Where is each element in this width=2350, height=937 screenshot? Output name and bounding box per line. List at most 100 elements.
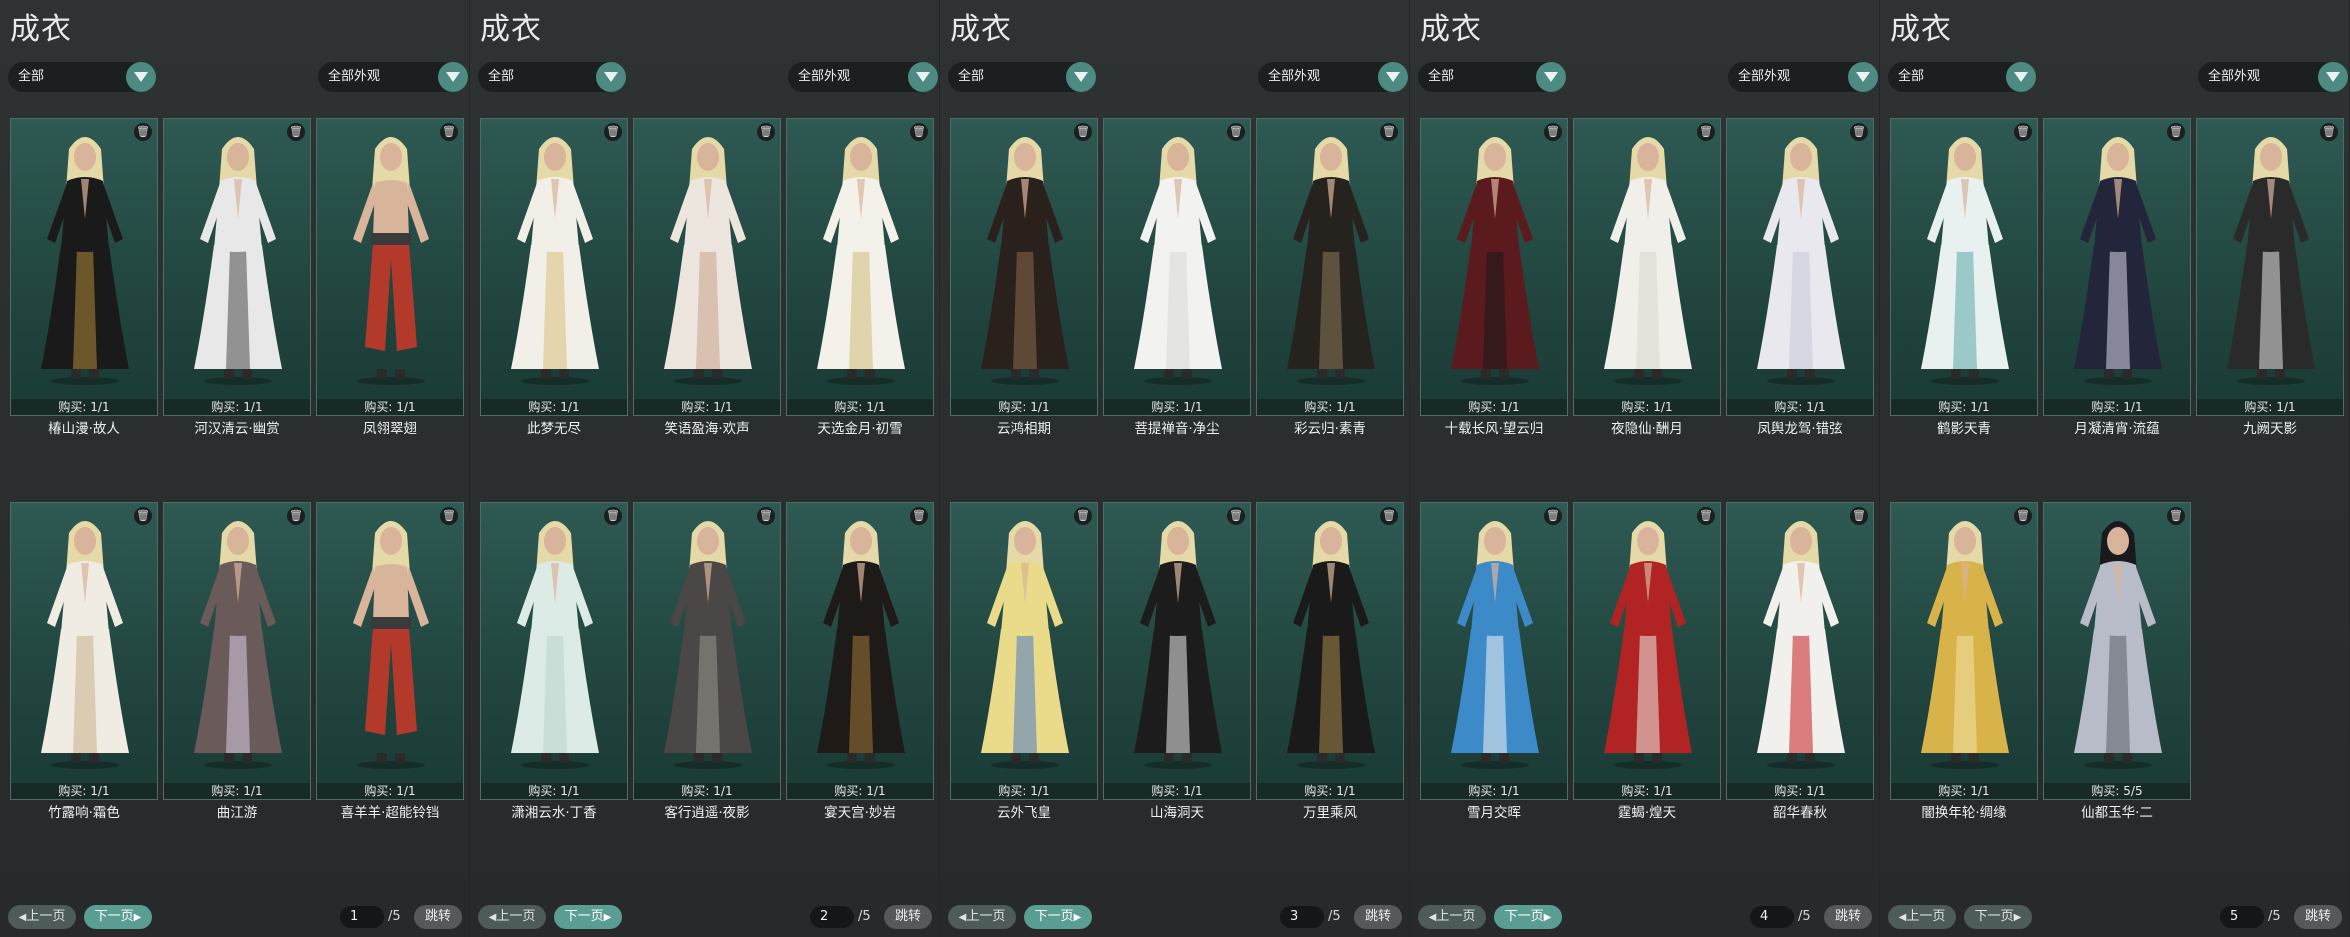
trash-icon[interactable]: 🗑: [1074, 123, 1092, 141]
trash-icon[interactable]: 🗑: [910, 507, 928, 525]
trash-icon[interactable]: 🗑: [604, 123, 622, 141]
outfit-card[interactable]: 🗑 购买: 1/1: [950, 502, 1098, 800]
trash-icon[interactable]: 🗑: [440, 123, 458, 141]
outfit-card[interactable]: 🗑 购买: 1/1: [1103, 502, 1251, 800]
trash-icon[interactable]: 🗑: [910, 123, 928, 141]
appearance-dropdown[interactable]: 全部外观: [788, 62, 938, 92]
outfit-card[interactable]: 🗑 购买: 1/1: [950, 118, 1098, 416]
next-page-button[interactable]: 下一页▶: [554, 905, 622, 929]
appearance-dropdown[interactable]: 全部外观: [1258, 62, 1408, 92]
trash-icon[interactable]: 🗑: [2014, 123, 2032, 141]
chevron-down-icon[interactable]: [1848, 62, 1878, 92]
prev-page-button[interactable]: ◀上一页: [478, 905, 546, 929]
prev-page-button[interactable]: ◀上一页: [1418, 905, 1486, 929]
outfit-card[interactable]: 🗑 购买: 1/1: [480, 118, 628, 416]
jump-button[interactable]: 跳转: [414, 905, 462, 929]
chevron-down-icon[interactable]: [126, 62, 156, 92]
prev-page-button[interactable]: ◀上一页: [948, 905, 1016, 929]
chevron-down-icon[interactable]: [2006, 62, 2036, 92]
category-dropdown[interactable]: 全部: [948, 62, 1096, 92]
outfit-card[interactable]: 🗑 购买: 1/1: [163, 118, 311, 416]
jump-button[interactable]: 跳转: [2294, 905, 2342, 929]
trash-icon[interactable]: 🗑: [1697, 507, 1715, 525]
chevron-down-icon[interactable]: [908, 62, 938, 92]
outfit-card[interactable]: 🗑 购买: 1/1: [163, 502, 311, 800]
trash-icon[interactable]: 🗑: [2167, 507, 2185, 525]
outfit-card[interactable]: 🗑 购买: 1/1: [786, 118, 934, 416]
outfit-card[interactable]: 🗑 购买: 1/1: [10, 502, 158, 800]
trash-icon[interactable]: 🗑: [1074, 507, 1092, 525]
outfit-card[interactable]: 🗑 购买: 1/1: [480, 502, 628, 800]
next-page-button[interactable]: 下一页▶: [84, 905, 152, 929]
outfit-card[interactable]: 🗑 购买: 5/5: [2043, 502, 2191, 800]
trash-icon[interactable]: 🗑: [440, 507, 458, 525]
appearance-dropdown[interactable]: 全部外观: [318, 62, 468, 92]
outfit-card[interactable]: 🗑 购买: 1/1: [1256, 502, 1404, 800]
chevron-down-icon[interactable]: [2318, 62, 2348, 92]
outfit-card[interactable]: 🗑 购买: 1/1: [10, 118, 158, 416]
category-dropdown[interactable]: 全部: [8, 62, 156, 92]
chevron-down-icon[interactable]: [1536, 62, 1566, 92]
trash-icon[interactable]: 🗑: [2167, 123, 2185, 141]
outfit-card[interactable]: 🗑 购买: 1/1: [2196, 118, 2344, 416]
page-number-input[interactable]: 3: [1280, 906, 1324, 928]
outfit-card[interactable]: 🗑 购买: 1/1: [633, 118, 781, 416]
outfit-card[interactable]: 🗑 购买: 1/1: [2043, 118, 2191, 416]
jump-button[interactable]: 跳转: [884, 905, 932, 929]
next-page-button[interactable]: 下一页▶: [1494, 905, 1562, 929]
outfit-figure: [41, 137, 129, 385]
outfit-card[interactable]: 🗑 购买: 1/1: [1420, 118, 1568, 416]
trash-icon[interactable]: 🗑: [2014, 507, 2032, 525]
appearance-dropdown[interactable]: 全部外观: [1728, 62, 1878, 92]
outfit-card[interactable]: 🗑 购买: 1/1: [1573, 502, 1721, 800]
outfit-card[interactable]: 🗑 购买: 1/1: [1573, 118, 1721, 416]
jump-button[interactable]: 跳转: [1824, 905, 1872, 929]
outfit-card[interactable]: 🗑 购买: 1/1: [1890, 118, 2038, 416]
trash-icon[interactable]: 🗑: [1227, 123, 1245, 141]
page-number-input[interactable]: 2: [810, 906, 854, 928]
trash-icon[interactable]: 🗑: [1850, 507, 1868, 525]
prev-page-button[interactable]: ◀上一页: [8, 905, 76, 929]
page-number-input[interactable]: 1: [340, 906, 384, 928]
outfit-card[interactable]: 🗑 购买: 1/1: [1256, 118, 1404, 416]
page-number-input[interactable]: 4: [1750, 906, 1794, 928]
category-dropdown[interactable]: 全部: [1418, 62, 1566, 92]
outfit-card[interactable]: 🗑 购买: 1/1: [316, 502, 464, 800]
trash-icon[interactable]: 🗑: [287, 507, 305, 525]
trash-icon[interactable]: 🗑: [604, 507, 622, 525]
next-page-button[interactable]: 下一页▶: [1964, 905, 2032, 929]
trash-icon[interactable]: 🗑: [1544, 123, 1562, 141]
trash-icon[interactable]: 🗑: [1850, 123, 1868, 141]
jump-button[interactable]: 跳转: [1354, 905, 1402, 929]
trash-icon[interactable]: 🗑: [2320, 123, 2338, 141]
trash-icon[interactable]: 🗑: [757, 123, 775, 141]
chevron-down-icon[interactable]: [1066, 62, 1096, 92]
chevron-down-icon[interactable]: [1378, 62, 1408, 92]
category-dropdown[interactable]: 全部: [1888, 62, 2036, 92]
outfit-card[interactable]: 🗑 购买: 1/1: [633, 502, 781, 800]
trash-icon[interactable]: 🗑: [1697, 123, 1715, 141]
trash-icon[interactable]: 🗑: [1544, 507, 1562, 525]
next-page-button[interactable]: 下一页▶: [1024, 905, 1092, 929]
appearance-dropdown[interactable]: 全部外观: [2198, 62, 2348, 92]
prev-page-button[interactable]: ◀上一页: [1888, 905, 1956, 929]
trash-icon[interactable]: 🗑: [134, 507, 152, 525]
trash-icon[interactable]: 🗑: [134, 123, 152, 141]
outfit-card[interactable]: 🗑 购买: 1/1: [786, 502, 934, 800]
outfit-card[interactable]: 🗑 购买: 1/1: [1726, 118, 1874, 416]
outfit-card[interactable]: 🗑 购买: 1/1: [1103, 118, 1251, 416]
chevron-down-icon[interactable]: [596, 62, 626, 92]
outfit-card[interactable]: 🗑 购买: 1/1: [316, 118, 464, 416]
trash-icon[interactable]: 🗑: [757, 507, 775, 525]
trash-icon[interactable]: 🗑: [1380, 123, 1398, 141]
trash-icon[interactable]: 🗑: [1380, 507, 1398, 525]
page-number-input[interactable]: 5: [2220, 906, 2264, 928]
outfit-card[interactable]: 🗑 购买: 1/1: [1420, 502, 1568, 800]
chevron-down-icon[interactable]: [438, 62, 468, 92]
purchase-count: 购买: 1/1: [951, 783, 1097, 799]
outfit-card[interactable]: 🗑 购买: 1/1: [1726, 502, 1874, 800]
outfit-card[interactable]: 🗑 购买: 1/1: [1890, 502, 2038, 800]
category-dropdown[interactable]: 全部: [478, 62, 626, 92]
trash-icon[interactable]: 🗑: [287, 123, 305, 141]
trash-icon[interactable]: 🗑: [1227, 507, 1245, 525]
